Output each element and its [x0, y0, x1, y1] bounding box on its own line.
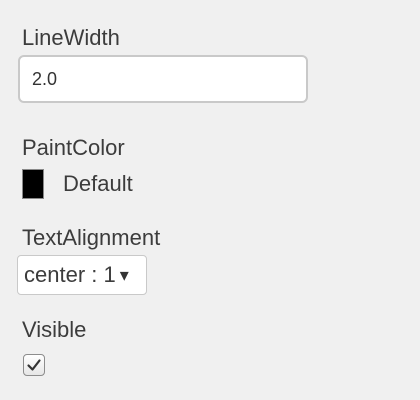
visible-label: Visible: [22, 317, 87, 342]
textalignment-select[interactable]: center : 1 ▾: [17, 255, 147, 295]
select-value: center : 1: [24, 262, 116, 287]
visible-checkbox[interactable]: [23, 354, 45, 376]
paintcolor-label: PaintColor: [22, 135, 125, 160]
color-name: Default: [63, 171, 133, 196]
linewidth-label: LineWidth: [22, 25, 120, 50]
textalignment-label: TextAlignment: [22, 225, 161, 250]
color-swatch[interactable]: [22, 169, 44, 199]
checkmark-icon: [27, 359, 41, 371]
paintcolor-picker[interactable]: Default: [22, 168, 133, 200]
triangle-down-icon: ▾: [119, 264, 129, 285]
linewidth-input[interactable]: [18, 55, 308, 103]
